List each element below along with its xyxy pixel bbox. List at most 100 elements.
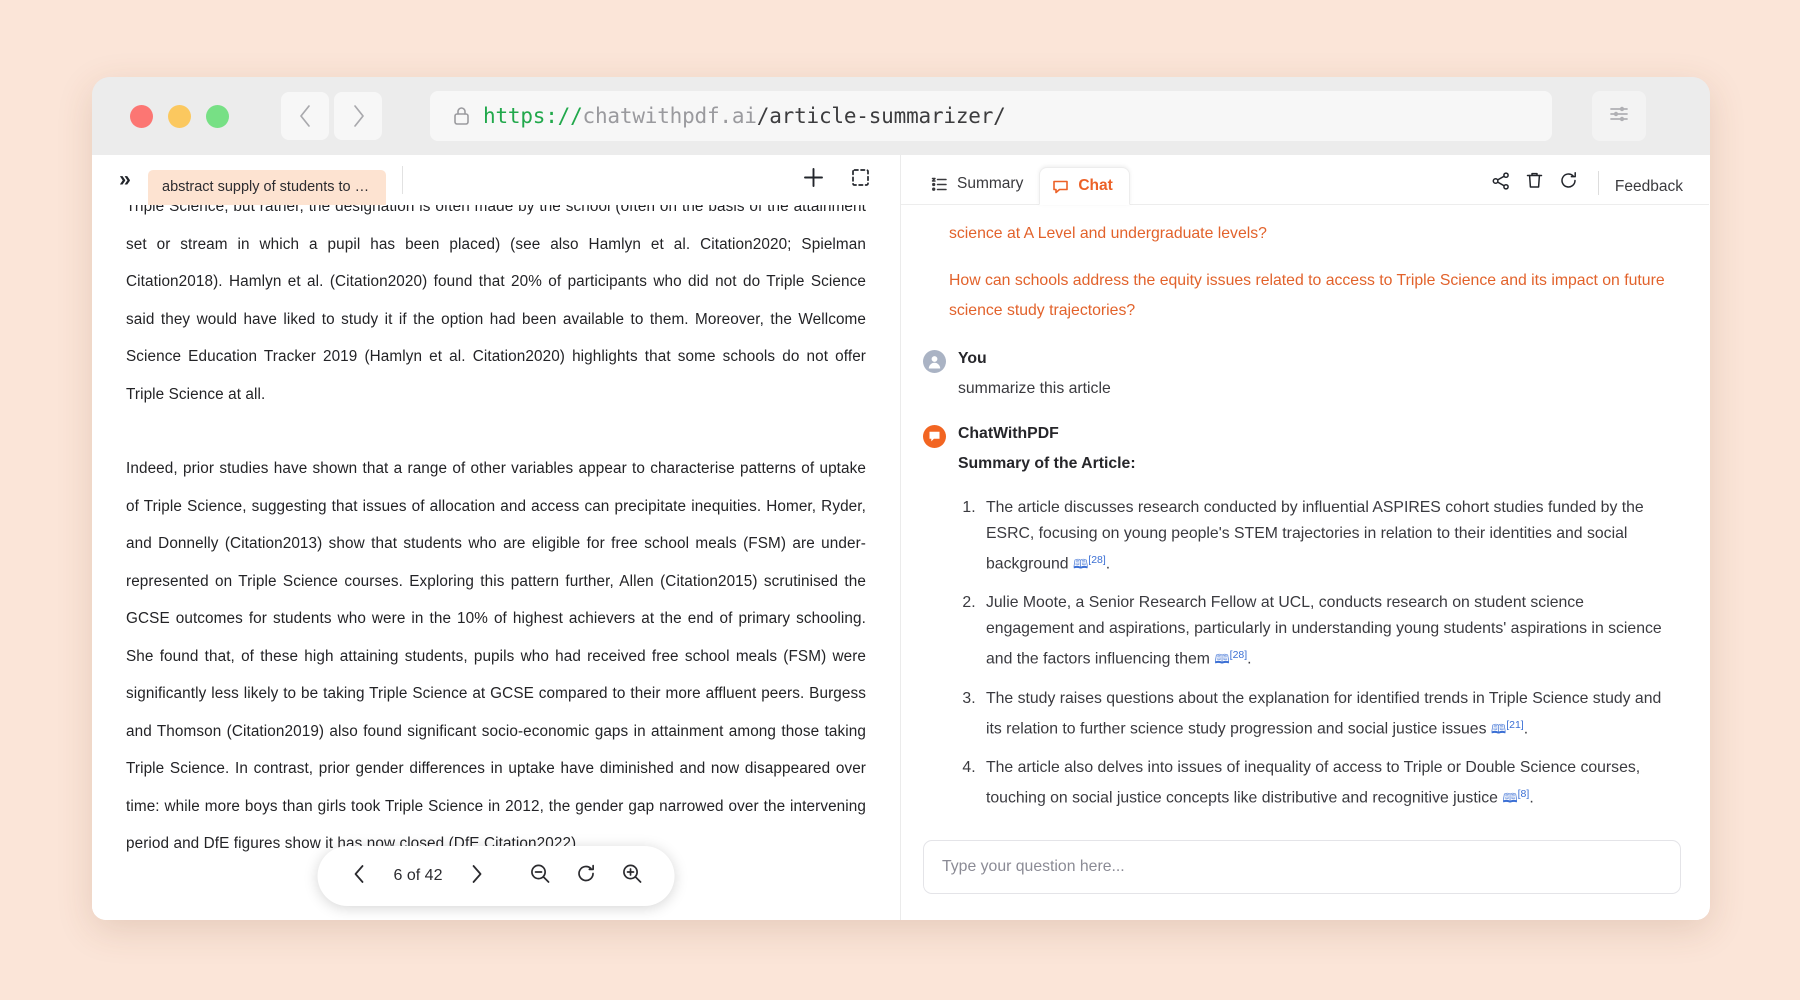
url-host: chatwithpdf.ai — [583, 104, 757, 128]
pdf-page-navigation: 6 of 42 — [318, 846, 675, 906]
browser-window: https://chatwithpdf.ai/article-summarize… — [92, 77, 1710, 920]
previous-page-button[interactable] — [340, 856, 380, 896]
next-page-button[interactable] — [456, 856, 496, 896]
lock-icon — [452, 105, 471, 127]
toolbar-divider — [402, 166, 403, 194]
tab-chat-label: Chat — [1078, 177, 1112, 195]
pdf-paragraph: Triple Science, but rather, the designat… — [126, 205, 866, 413]
citation-badge[interactable]: 🕮[28] — [1073, 547, 1106, 577]
chat-message-user: You summarize this article — [923, 347, 1675, 401]
browser-settings-button[interactable] — [1592, 91, 1646, 141]
pdf-toolbar: » abstract supply of students to th... — [92, 155, 900, 205]
reset-rotation-button[interactable] — [566, 856, 606, 896]
list-item-text: Julie Moote, a Senior Research Fellow at… — [986, 594, 1662, 667]
zoom-out-button[interactable] — [520, 856, 560, 896]
message-body: ChatWithPDF Summary of the Article: The … — [958, 422, 1675, 828]
tab-summary-label: Summary — [957, 175, 1023, 193]
list-item-trailing: . — [1529, 789, 1533, 806]
zoom-in-button[interactable] — [612, 856, 652, 896]
chat-composer — [901, 828, 1709, 920]
page-content: » abstract supply of students to th... — [92, 155, 1710, 920]
page-indicator: 6 of 42 — [386, 867, 451, 885]
citation-number: [28] — [1230, 649, 1248, 661]
share-icon — [1491, 171, 1511, 196]
pdf-page: Triple Science, but rather, the designat… — [126, 205, 866, 863]
address-bar[interactable]: https://chatwithpdf.ai/article-summarize… — [430, 91, 1552, 141]
refresh-icon — [1559, 171, 1578, 195]
crop-select-icon — [850, 167, 872, 194]
sliders-icon — [1607, 103, 1631, 130]
list-item: Julie Moote, a Senior Research Fellow at… — [980, 590, 1675, 672]
window-controls — [130, 105, 229, 128]
list-item: The article discusses research conducted… — [980, 495, 1675, 577]
pdf-viewer-pane: » abstract supply of students to th... — [92, 155, 901, 920]
pdf-paragraph: Indeed, prior studies have shown that a … — [126, 450, 866, 863]
chevrons-right-icon: » — [119, 168, 131, 192]
url-text: https://chatwithpdf.ai/article-summarize… — [483, 104, 1006, 128]
delete-button[interactable] — [1518, 166, 1552, 200]
book-icon: 🕮 — [1073, 556, 1088, 571]
plus-icon — [802, 166, 825, 194]
book-icon: 🕮 — [1214, 652, 1229, 667]
navigation-buttons — [281, 92, 382, 140]
zoom-in-icon — [622, 863, 643, 889]
book-icon: 🕮 — [1491, 721, 1506, 736]
browser-titlebar: https://chatwithpdf.ai/article-summarize… — [92, 77, 1710, 155]
back-button[interactable] — [281, 92, 329, 140]
list-item-text: The study raises questions about the exp… — [986, 690, 1661, 737]
list-item: The article also delves into issues of i… — [980, 755, 1675, 811]
summary-list: The article discusses research conducted… — [958, 495, 1675, 828]
list-item: The study raises questions about the exp… — [980, 686, 1675, 742]
chat-scroll-area[interactable]: science at A Level and undergraduate lev… — [901, 205, 1709, 828]
refresh-button[interactable] — [1552, 166, 1586, 200]
tab-summary[interactable]: Summary — [919, 166, 1039, 202]
list-icon — [931, 176, 948, 193]
book-icon: 🕮 — [1502, 790, 1517, 805]
chat-bubble-icon — [1052, 178, 1069, 195]
close-window-button[interactable] — [130, 105, 153, 128]
chat-message-assistant: ChatWithPDF Summary of the Article: The … — [923, 422, 1675, 828]
document-tab[interactable]: abstract supply of students to th... — [148, 170, 386, 205]
summary-heading: Summary of the Article: — [958, 451, 1675, 477]
chat-input-wrapper[interactable] — [923, 840, 1681, 894]
url-scheme: https:// — [483, 104, 583, 128]
chevron-right-icon — [468, 863, 484, 890]
suggested-question[interactable]: How can schools address the equity issue… — [949, 266, 1675, 326]
citation-badge[interactable]: 🕮[28] — [1214, 642, 1247, 672]
citation-number: [28] — [1088, 554, 1106, 566]
feedback-link[interactable]: Feedback — [1611, 178, 1687, 196]
add-document-button[interactable] — [796, 163, 830, 197]
area-snapshot-button[interactable] — [844, 163, 878, 197]
pdf-scroll-area[interactable]: Triple Science, but rather, the designat… — [92, 205, 900, 920]
maximize-window-button[interactable] — [206, 105, 229, 128]
message-author: You — [958, 347, 1675, 371]
share-button[interactable] — [1484, 166, 1518, 200]
list-item-trailing: . — [1247, 651, 1251, 668]
list-item-trailing: . — [1524, 720, 1528, 737]
message-text: summarize this article — [958, 376, 1675, 401]
zoom-out-icon — [530, 863, 551, 889]
minimize-window-button[interactable] — [168, 105, 191, 128]
avatar — [923, 350, 946, 373]
trash-icon — [1525, 171, 1544, 195]
expand-sidebar-button[interactable]: » — [110, 168, 140, 192]
citation-badge[interactable]: 🕮[8] — [1502, 781, 1529, 811]
bot-avatar — [923, 425, 946, 448]
list-item-text: The article also delves into issues of i… — [986, 759, 1640, 806]
citation-number: [8] — [1518, 788, 1530, 800]
chat-pane: Summary Chat — [901, 155, 1709, 920]
list-item: It explores the relationship between tak… — [980, 824, 1675, 828]
toolbar-divider — [1598, 171, 1599, 195]
suggested-question[interactable]: science at A Level and undergraduate lev… — [949, 219, 1675, 249]
chevron-right-icon — [350, 103, 367, 129]
message-body: You summarize this article — [958, 347, 1675, 401]
tab-chat[interactable]: Chat — [1039, 167, 1129, 205]
chevron-left-icon — [297, 103, 314, 129]
list-item-trailing: . — [1106, 555, 1110, 572]
citation-number: [21] — [1506, 719, 1524, 731]
forward-button[interactable] — [334, 92, 382, 140]
message-author: ChatWithPDF — [958, 422, 1675, 446]
url-path: /article-summarizer/ — [757, 104, 1006, 128]
chat-input[interactable] — [942, 858, 1662, 876]
citation-badge[interactable]: 🕮[21] — [1491, 712, 1524, 742]
